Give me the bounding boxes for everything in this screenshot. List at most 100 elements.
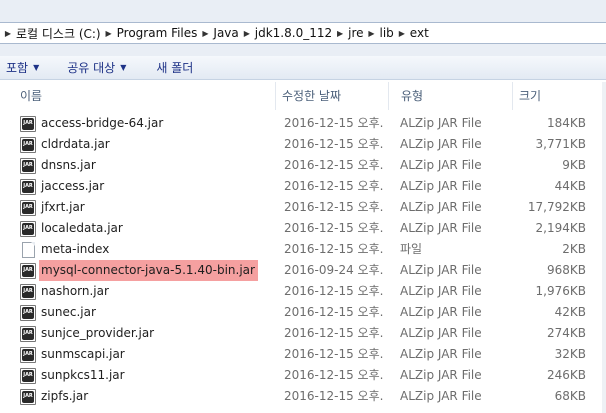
chevron-right-icon[interactable]: ▶	[241, 29, 253, 38]
file-date: 2016-09-24 오후...	[284, 263, 384, 277]
organize-button[interactable]: 포함 ▼	[6, 56, 39, 79]
chevron-right-icon[interactable]: ▶	[199, 29, 211, 38]
file-name-cell: mysql-connector-java-5.1.40-bin.jar	[20, 260, 274, 281]
file-name-cell: jaccess.jar	[20, 176, 274, 197]
file-name-cell: jfxrt.jar	[20, 197, 274, 218]
file-row[interactable]: sunec.jar 2016-12-15 오후... ALZip JAR File 4…	[0, 302, 606, 323]
file-name-cell: meta-index	[20, 239, 274, 260]
breadcrumb-jdk[interactable]: jdk1.8.0_112	[253, 23, 334, 43]
vertical-scrollbar[interactable]	[602, 82, 606, 413]
file-row[interactable]: nashorn.jar 2016-12-15 오후... ALZip JAR Fil…	[0, 281, 606, 302]
file-date: 2016-12-15 오후...	[284, 347, 384, 361]
column-header-size[interactable]: 크기	[513, 82, 593, 110]
jar-icon	[20, 199, 36, 216]
file-type: ALZip JAR File	[400, 179, 482, 193]
file-date: 2016-12-15 오후...	[284, 242, 384, 256]
file-type: ALZip JAR File	[400, 347, 482, 361]
file-size: 9KB	[562, 158, 586, 172]
file-row[interactable]: sunpkcs11.jar 2016-12-15 오후... ALZip JAR F…	[0, 365, 606, 386]
file-name-cell: zipfs.jar	[20, 386, 274, 407]
file-type: ALZip JAR File	[400, 263, 482, 277]
file-size: 42KB	[554, 305, 586, 319]
file-size: 32KB	[554, 347, 586, 361]
file-date: 2016-12-15 오후...	[284, 158, 384, 172]
jar-icon	[20, 157, 36, 174]
column-header-type[interactable]: 유형	[395, 82, 513, 110]
jar-icon	[20, 304, 36, 321]
share-button[interactable]: 공유 대상 ▼	[67, 56, 126, 79]
column-header-date[interactable]: 수정한 날짜	[276, 82, 389, 110]
file-size: 184KB	[546, 116, 586, 130]
chevron-right-icon[interactable]: ▶	[366, 29, 378, 38]
file-name-cell: sunmscapi.jar	[20, 344, 274, 365]
jar-icon	[20, 346, 36, 363]
file-name: zipfs.jar	[41, 389, 89, 403]
file-row[interactable]: dnsns.jar 2016-12-15 오후... ALZip JAR File 9…	[0, 155, 606, 176]
file-name-cell: nashorn.jar	[20, 281, 274, 302]
file-name: sunpkcs11.jar	[41, 368, 125, 382]
file-row[interactable]: sunjce_provider.jar 2016-12-15 오후... ALZip…	[0, 323, 606, 344]
file-type: ALZip JAR File	[400, 116, 482, 130]
file-name-cell: access-bridge-64.jar	[20, 113, 274, 134]
file-date: 2016-12-15 오후...	[284, 179, 384, 193]
file-name-cell: sunpkcs11.jar	[20, 365, 274, 386]
file-size: 68KB	[554, 389, 586, 403]
file-size: 3,771KB	[535, 137, 586, 151]
file-name-cell: dnsns.jar	[20, 155, 274, 176]
dropdown-arrow-icon: ▼	[33, 63, 40, 72]
file-row[interactable]: cldrdata.jar 2016-12-15 오후... ALZip JAR Fi…	[0, 134, 606, 155]
new-folder-button[interactable]: 새 폴더	[156, 56, 193, 79]
file-row[interactable]: meta-index 2016-12-15 오후... 파일 2KB	[0, 239, 606, 260]
file-date: 2016-12-15 오후...	[284, 368, 384, 382]
chevron-right-icon[interactable]: ▶	[2, 29, 14, 38]
share-label: 공유 대상	[67, 61, 116, 75]
address-bar-area: ▶ 로컬 디스크 (C:) ▶ Program Files ▶ Java ▶ j…	[0, 0, 606, 56]
file-row[interactable]: access-bridge-64.jar 2016-12-15 오후... ALZi…	[0, 113, 606, 134]
address-bar[interactable]: ▶ 로컬 디스크 (C:) ▶ Program Files ▶ Java ▶ j…	[0, 22, 606, 44]
file-name-cell: cldrdata.jar	[20, 134, 274, 155]
file-row[interactable]: sunmscapi.jar 2016-12-15 오후... ALZip JAR F…	[0, 344, 606, 365]
breadcrumb-local-disk[interactable]: 로컬 디스크 (C:)	[14, 23, 103, 43]
file-size: 246KB	[546, 368, 586, 382]
breadcrumb-java[interactable]: Java	[211, 23, 240, 43]
file-row[interactable]: localedata.jar 2016-12-15 오후... ALZip JAR …	[0, 218, 606, 239]
jar-icon	[20, 367, 36, 384]
file-row[interactable]: jfxrt.jar 2016-12-15 오후... ALZip JAR File 1…	[0, 197, 606, 218]
file-icon	[22, 241, 35, 258]
file-name: sunec.jar	[41, 305, 96, 319]
file-name: jaccess.jar	[41, 179, 105, 193]
chevron-right-icon[interactable]: ▶	[103, 29, 115, 38]
breadcrumb-program-files[interactable]: Program Files	[115, 23, 200, 43]
organize-label: 포함	[6, 61, 29, 75]
dropdown-arrow-icon: ▼	[120, 63, 127, 72]
file-name-cell: localedata.jar	[20, 218, 274, 239]
file-date: 2016-12-15 오후...	[284, 221, 384, 235]
file-date: 2016-12-15 오후...	[284, 326, 384, 340]
new-folder-label: 새 폴더	[156, 61, 194, 75]
file-size: 1,976KB	[535, 284, 586, 298]
breadcrumb-jre[interactable]: jre	[346, 23, 365, 43]
file-size: 2,194KB	[535, 221, 586, 235]
breadcrumb-ext[interactable]: ext	[408, 23, 431, 43]
file-size: 968KB	[546, 263, 586, 277]
file-type: ALZip JAR File	[400, 326, 482, 340]
file-name-cell: sunjce_provider.jar	[20, 323, 274, 344]
file-name: mysql-connector-java-5.1.40-bin.jar	[39, 260, 258, 281]
file-name: nashorn.jar	[41, 284, 109, 298]
chevron-right-icon[interactable]: ▶	[334, 29, 346, 38]
breadcrumb-lib[interactable]: lib	[378, 23, 396, 43]
file-size: 17,792KB	[527, 200, 586, 214]
file-type: ALZip JAR File	[400, 200, 482, 214]
file-name-cell: sunec.jar	[20, 302, 274, 323]
command-bar: 포함 ▼ 공유 대상 ▼ 새 폴더	[0, 56, 606, 80]
file-name: dnsns.jar	[41, 158, 96, 172]
chevron-right-icon[interactable]: ▶	[396, 29, 408, 38]
file-row[interactable]: jaccess.jar 2016-12-15 오후... ALZip JAR Fil…	[0, 176, 606, 197]
file-row[interactable]: mysql-connector-java-5.1.40-bin.jar 2016-…	[0, 260, 606, 281]
file-size: 44KB	[554, 179, 586, 193]
column-header-name[interactable]: 이름	[14, 82, 276, 110]
file-row[interactable]: zipfs.jar 2016-12-15 오후... ALZip JAR File 6…	[0, 386, 606, 407]
file-date: 2016-12-15 오후...	[284, 389, 384, 403]
file-name: access-bridge-64.jar	[41, 116, 164, 130]
file-name: meta-index	[41, 242, 110, 256]
